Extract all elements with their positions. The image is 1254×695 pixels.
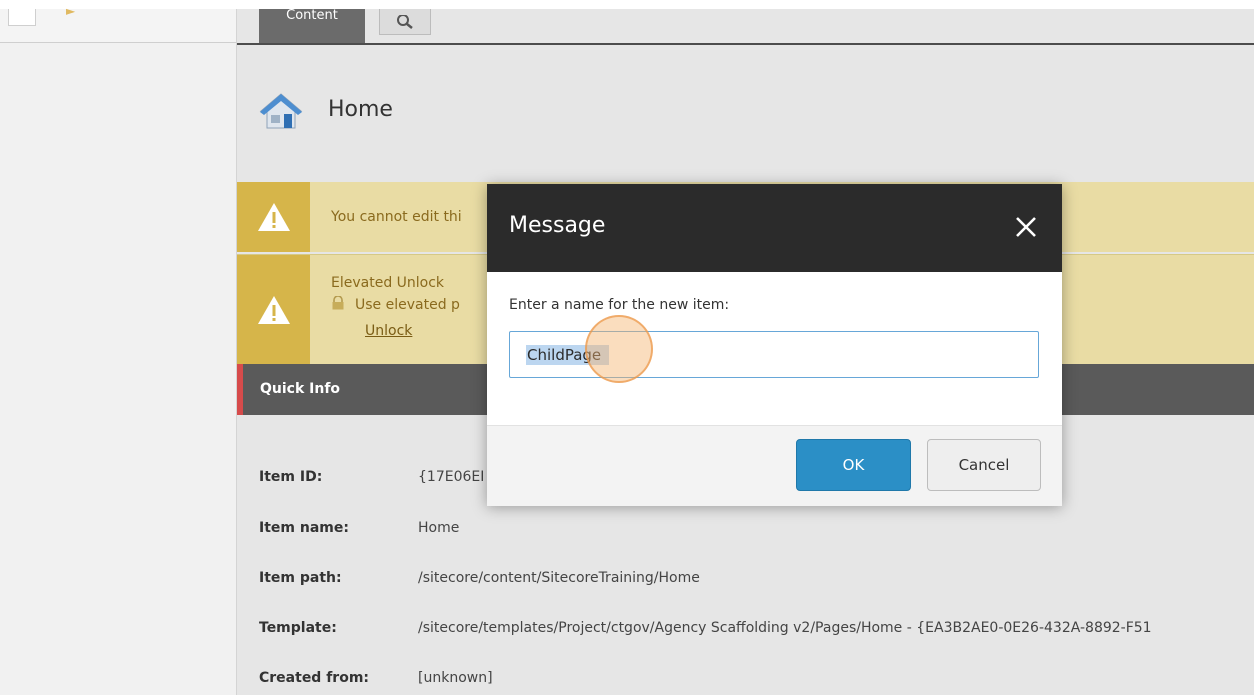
cannot-edit-text: You cannot edit thi — [331, 209, 462, 225]
dialog-title: Message — [509, 213, 606, 238]
message-dialog: Message Enter a name for the new item: C… — [487, 184, 1062, 506]
warning-icon-cell-2 — [237, 255, 310, 365]
home-icon — [259, 93, 303, 129]
item-header: Home — [237, 45, 1254, 181]
warning-icon — [257, 296, 290, 324]
elevated-unlock-line: Use elevated p — [331, 295, 460, 313]
info-value[interactable]: /sitecore/templates/Project/ctgov/Agency… — [418, 620, 1152, 636]
tab-content-label: Content — [286, 8, 338, 23]
info-label: Item ID: — [259, 469, 323, 485]
search-icon — [397, 14, 413, 29]
item-name-input[interactable] — [509, 331, 1039, 378]
info-value: [unknown] — [418, 670, 493, 686]
close-button[interactable] — [1011, 212, 1041, 242]
info-label: Item path: — [259, 570, 342, 586]
close-icon — [1016, 217, 1036, 237]
elevated-unlock-title: Elevated Unlock — [331, 275, 445, 291]
tree-toggle-box[interactable] — [8, 9, 36, 26]
content-tree-panel: ► — [0, 5, 237, 695]
dialog-header: Message — [487, 184, 1062, 272]
ok-button[interactable]: OK — [796, 439, 911, 491]
tab-search[interactable] — [379, 9, 431, 35]
tab-content[interactable]: Content — [259, 9, 365, 43]
tree-arrow-icon[interactable]: ► — [66, 5, 78, 17]
info-label: Item name: — [259, 520, 349, 536]
quick-info-title: Quick Info — [260, 381, 341, 397]
info-value: {17E06EI — [418, 469, 485, 485]
page-title: Home — [328, 97, 393, 122]
lock-icon — [332, 295, 344, 310]
elevated-unlock-text: Use elevated p — [355, 297, 460, 313]
info-label: Template: — [259, 620, 337, 636]
warning-icon — [257, 203, 290, 231]
info-value: Home — [418, 520, 460, 536]
cancel-button[interactable]: Cancel — [927, 439, 1041, 491]
info-value: /sitecore/content/SitecoreTraining/Home — [418, 570, 700, 586]
warning-icon-cell — [237, 182, 310, 252]
dialog-prompt: Enter a name for the new item: — [509, 297, 730, 313]
info-label: Created from: — [259, 670, 370, 686]
editor-tabs: Content — [237, 9, 1254, 45]
unlock-link[interactable]: Unlock — [365, 323, 412, 339]
